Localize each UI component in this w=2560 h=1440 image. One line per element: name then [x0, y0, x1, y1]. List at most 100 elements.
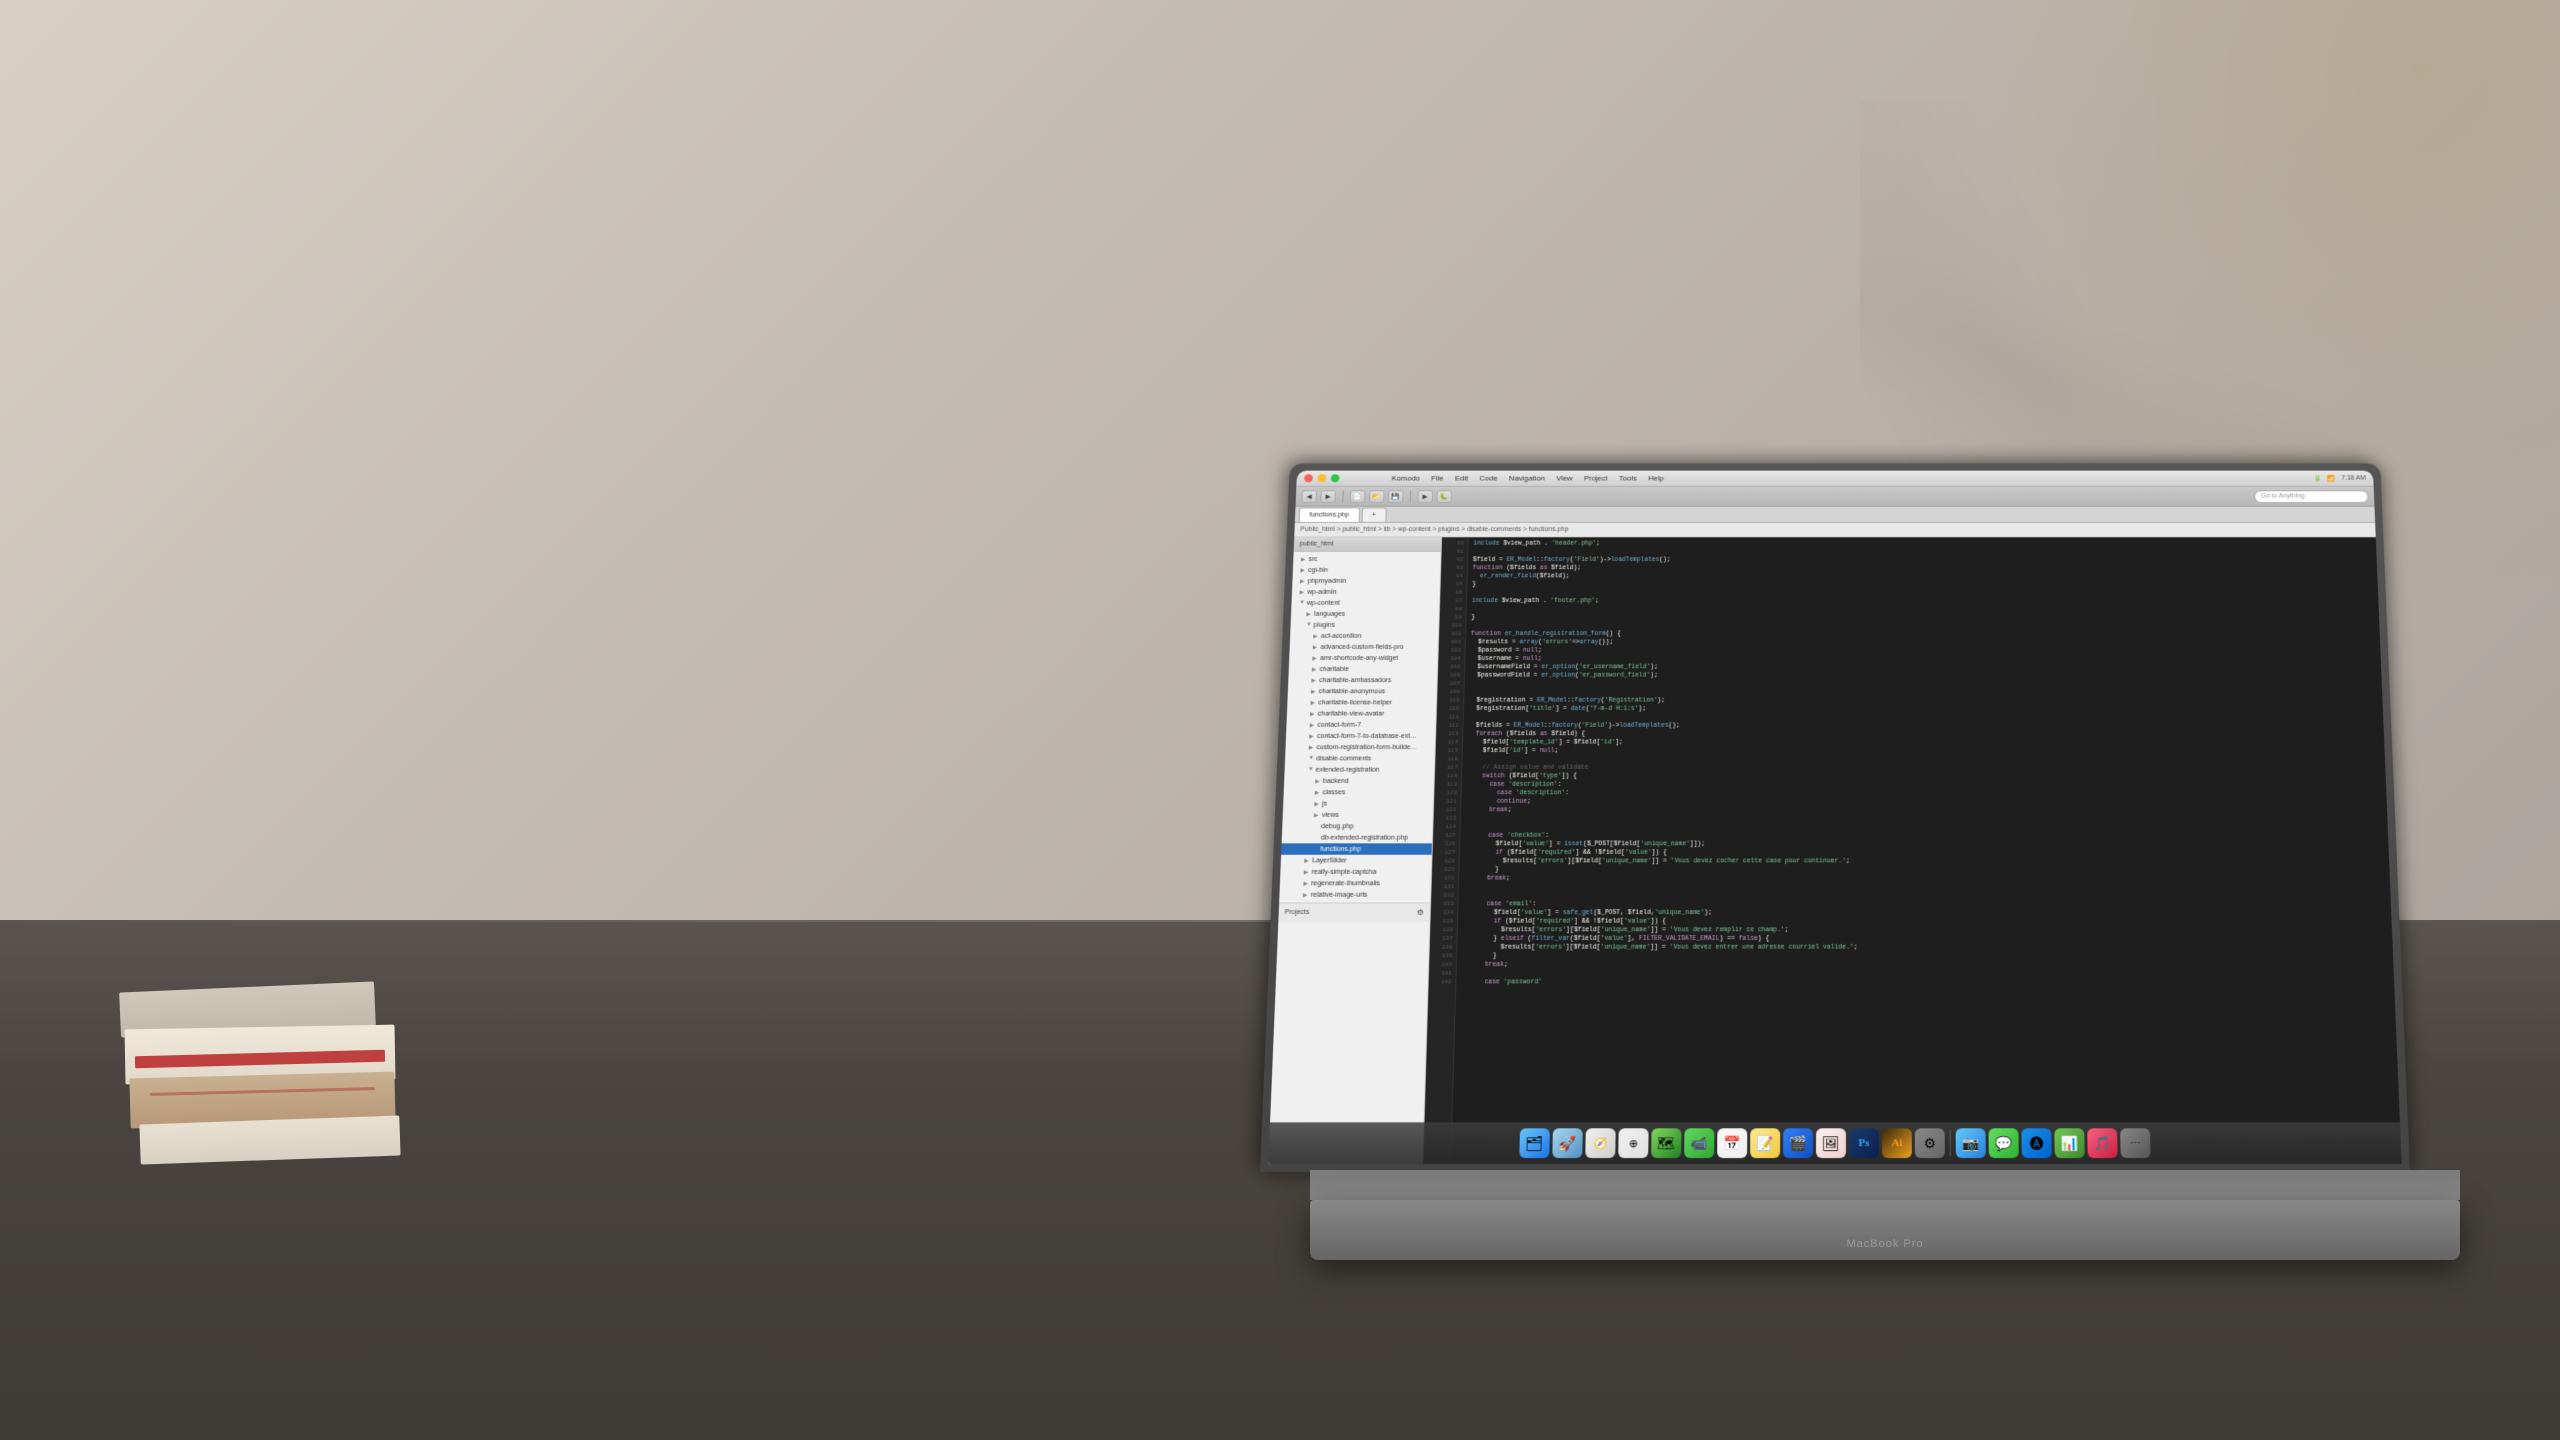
- dock-chrome-icon[interactable]: ⊕: [1618, 1128, 1648, 1158]
- tree-item-label: backend: [1323, 778, 1349, 785]
- dock-illustrator-icon[interactable]: Ai: [1882, 1128, 1912, 1158]
- tree-item[interactable]: ▶ debug.php: [1282, 821, 1433, 832]
- tree-item[interactable]: ▶ languages: [1291, 608, 1439, 619]
- line-num: 110: [1437, 704, 1463, 712]
- tree-item[interactable]: ▶ charitable-anonymous: [1288, 686, 1437, 697]
- line-num: 95: [1441, 580, 1467, 588]
- tree-item[interactable]: ▶ wp-admin: [1292, 586, 1440, 597]
- dock-appstore-icon[interactable]: 🅐: [2021, 1128, 2051, 1158]
- tree-item-label: contact-form-7: [1317, 722, 1361, 729]
- dock-safari-icon[interactable]: 🧭: [1585, 1128, 1615, 1158]
- facetime-icon-symbol: 📹: [1690, 1135, 1708, 1152]
- projects-panel: Projects ⚙: [1278, 902, 1430, 921]
- forward-button[interactable]: ▶: [1320, 490, 1336, 503]
- code-editor[interactable]: 90 91 92 93 94 95 96 97 98 99: [1423, 537, 2401, 1164]
- menu-komodo[interactable]: Komodo: [1391, 474, 1420, 482]
- line-num: 115: [1436, 746, 1462, 754]
- dock-bar: 🗂 🚀 🧭 ⊕ 🗺: [1268, 1122, 2401, 1164]
- tree-item-label: src: [1308, 556, 1317, 562]
- prefs-icon-symbol: ⚙: [1923, 1135, 1936, 1152]
- tree-item[interactable]: ▼ extended-registration: [1284, 764, 1434, 775]
- run-button[interactable]: ▶: [1417, 490, 1433, 503]
- tab-new[interactable]: +: [1361, 507, 1386, 521]
- tree-item[interactable]: ▶ db-extended-registration.php: [1282, 832, 1433, 843]
- code-line: break;: [1462, 960, 2390, 969]
- dock-facetime-icon[interactable]: 📹: [1684, 1128, 1714, 1158]
- time-display: 7:18 AM: [2341, 475, 2366, 481]
- menu-navigation[interactable]: Navigation: [1509, 474, 1545, 482]
- go-to-anything-input[interactable]: Go to Anything: [2254, 490, 2369, 503]
- new-file-button[interactable]: 📄: [1350, 490, 1366, 503]
- line-num: 114: [1436, 738, 1462, 746]
- tree-item[interactable]: ▼ plugins: [1290, 619, 1438, 630]
- photos-icon-symbol: 🖼: [1822, 1135, 1840, 1152]
- tree-item-label: contact-form-7-to-database-ext…: [1317, 733, 1417, 740]
- tree-item-functions-php[interactable]: ▶ functions.php: [1281, 843, 1432, 854]
- tree-item[interactable]: ▶ js: [1283, 798, 1433, 809]
- tree-item[interactable]: ▶ classes: [1283, 787, 1433, 798]
- tree-item[interactable]: ▼ wp-content: [1291, 597, 1439, 608]
- tree-item[interactable]: ▶ charitable-ambassadors: [1288, 675, 1437, 686]
- tree-item[interactable]: ▶ charitable-license-helper: [1287, 697, 1436, 708]
- dock-more-icon[interactable]: ⋯: [2120, 1128, 2151, 1158]
- tree-item[interactable]: ▶ amr-shortcode-any-widget: [1289, 653, 1438, 664]
- open-button[interactable]: 📂: [1369, 490, 1385, 503]
- line-num: 123: [1433, 814, 1460, 823]
- menu-project[interactable]: Project: [1584, 474, 1608, 482]
- dock-notes-icon[interactable]: 📝: [1750, 1128, 1780, 1158]
- screen-content[interactable]: Komodo File Edit Code Navigation View Pr…: [1268, 471, 2401, 1164]
- menu-edit[interactable]: Edit: [1455, 474, 1468, 482]
- dock-messages-icon[interactable]: 💬: [1989, 1128, 2019, 1158]
- tree-item[interactable]: ▶ src: [1293, 554, 1441, 565]
- code-line: $registration['title'] = date('Y-m-d H:i…: [1469, 704, 2379, 712]
- line-num: 116: [1435, 755, 1461, 763]
- menu-tools[interactable]: Tools: [1619, 474, 1637, 482]
- tree-item[interactable]: ▶ charitable-view-avatar: [1287, 708, 1436, 719]
- dock-maps-icon[interactable]: 🗺: [1651, 1128, 1681, 1158]
- tree-item[interactable]: ▶ phpmyadmin: [1292, 576, 1440, 587]
- code-line: [1471, 621, 2376, 629]
- tree-item[interactable]: ▼ disable-comments: [1285, 753, 1435, 764]
- dock-finder2-icon[interactable]: 📷: [1956, 1128, 1986, 1158]
- dock-launchpad-icon[interactable]: 🚀: [1552, 1128, 1583, 1158]
- tree-item[interactable]: ▶ acf-accordion: [1290, 630, 1438, 641]
- tree-item[interactable]: ▶ charitable: [1289, 664, 1438, 675]
- dock-photos-icon[interactable]: 🖼: [1816, 1128, 1846, 1158]
- dock-imovie-icon[interactable]: 🎬: [1783, 1128, 1813, 1158]
- tree-item[interactable]: ▶ cgi-bin: [1293, 565, 1441, 576]
- projects-settings-icon[interactable]: ⚙: [1417, 908, 1424, 917]
- line-num: 137: [1430, 934, 1457, 943]
- maximize-button[interactable]: [1331, 474, 1340, 482]
- tree-item[interactable]: ▶ contact-form-7: [1286, 719, 1435, 730]
- tab-functions-php[interactable]: functions.php: [1299, 507, 1360, 521]
- dock-prefs-icon[interactable]: ⚙: [1915, 1128, 1945, 1158]
- tree-item[interactable]: ▶ regenerate-thumbnails: [1280, 878, 1431, 889]
- tree-item[interactable]: ▶ views: [1283, 809, 1433, 820]
- tree-item[interactable]: ▶ advanced-custom-fields-pro: [1289, 641, 1438, 652]
- line-num: 94: [1441, 572, 1467, 580]
- menu-code[interactable]: Code: [1479, 474, 1497, 482]
- tree-item[interactable]: ▶ LayerSlider: [1281, 855, 1432, 866]
- menu-view[interactable]: View: [1556, 474, 1573, 482]
- tree-item[interactable]: ▶ contact-form-7-to-database-ext…: [1286, 730, 1436, 741]
- minimize-button[interactable]: [1317, 474, 1326, 482]
- code-content[interactable]: include $view_path . 'header.php'; $fiel…: [1452, 537, 2401, 1164]
- dock-music-icon[interactable]: 🎵: [2087, 1128, 2118, 1158]
- debug-button[interactable]: 🐛: [1436, 490, 1452, 503]
- save-button[interactable]: 💾: [1388, 490, 1404, 503]
- line-num: 119: [1435, 780, 1461, 788]
- dock-numbers-icon[interactable]: 📊: [2054, 1128, 2084, 1158]
- tree-item[interactable]: ▶ custom-registration-form-builde…: [1285, 742, 1435, 753]
- tree-item[interactable]: ▶ relative-image-urls: [1279, 889, 1430, 900]
- tree-item[interactable]: ▶ really-simple-captcha: [1280, 866, 1431, 877]
- close-button[interactable]: [1304, 474, 1313, 482]
- dock-calendar-icon[interactable]: 📅: [1717, 1128, 1747, 1158]
- toolbar-sep-2: [1410, 490, 1411, 503]
- dock-finder-icon[interactable]: 🗂: [1519, 1128, 1550, 1158]
- dock-photoshop-icon[interactable]: Ps: [1849, 1128, 1879, 1158]
- tree-item[interactable]: ▶ backend: [1284, 775, 1434, 786]
- menu-help[interactable]: Help: [1648, 474, 1664, 482]
- menu-file[interactable]: File: [1431, 474, 1443, 482]
- back-button[interactable]: ◀: [1301, 490, 1317, 503]
- tab-bar: functions.php +: [1295, 507, 2375, 523]
